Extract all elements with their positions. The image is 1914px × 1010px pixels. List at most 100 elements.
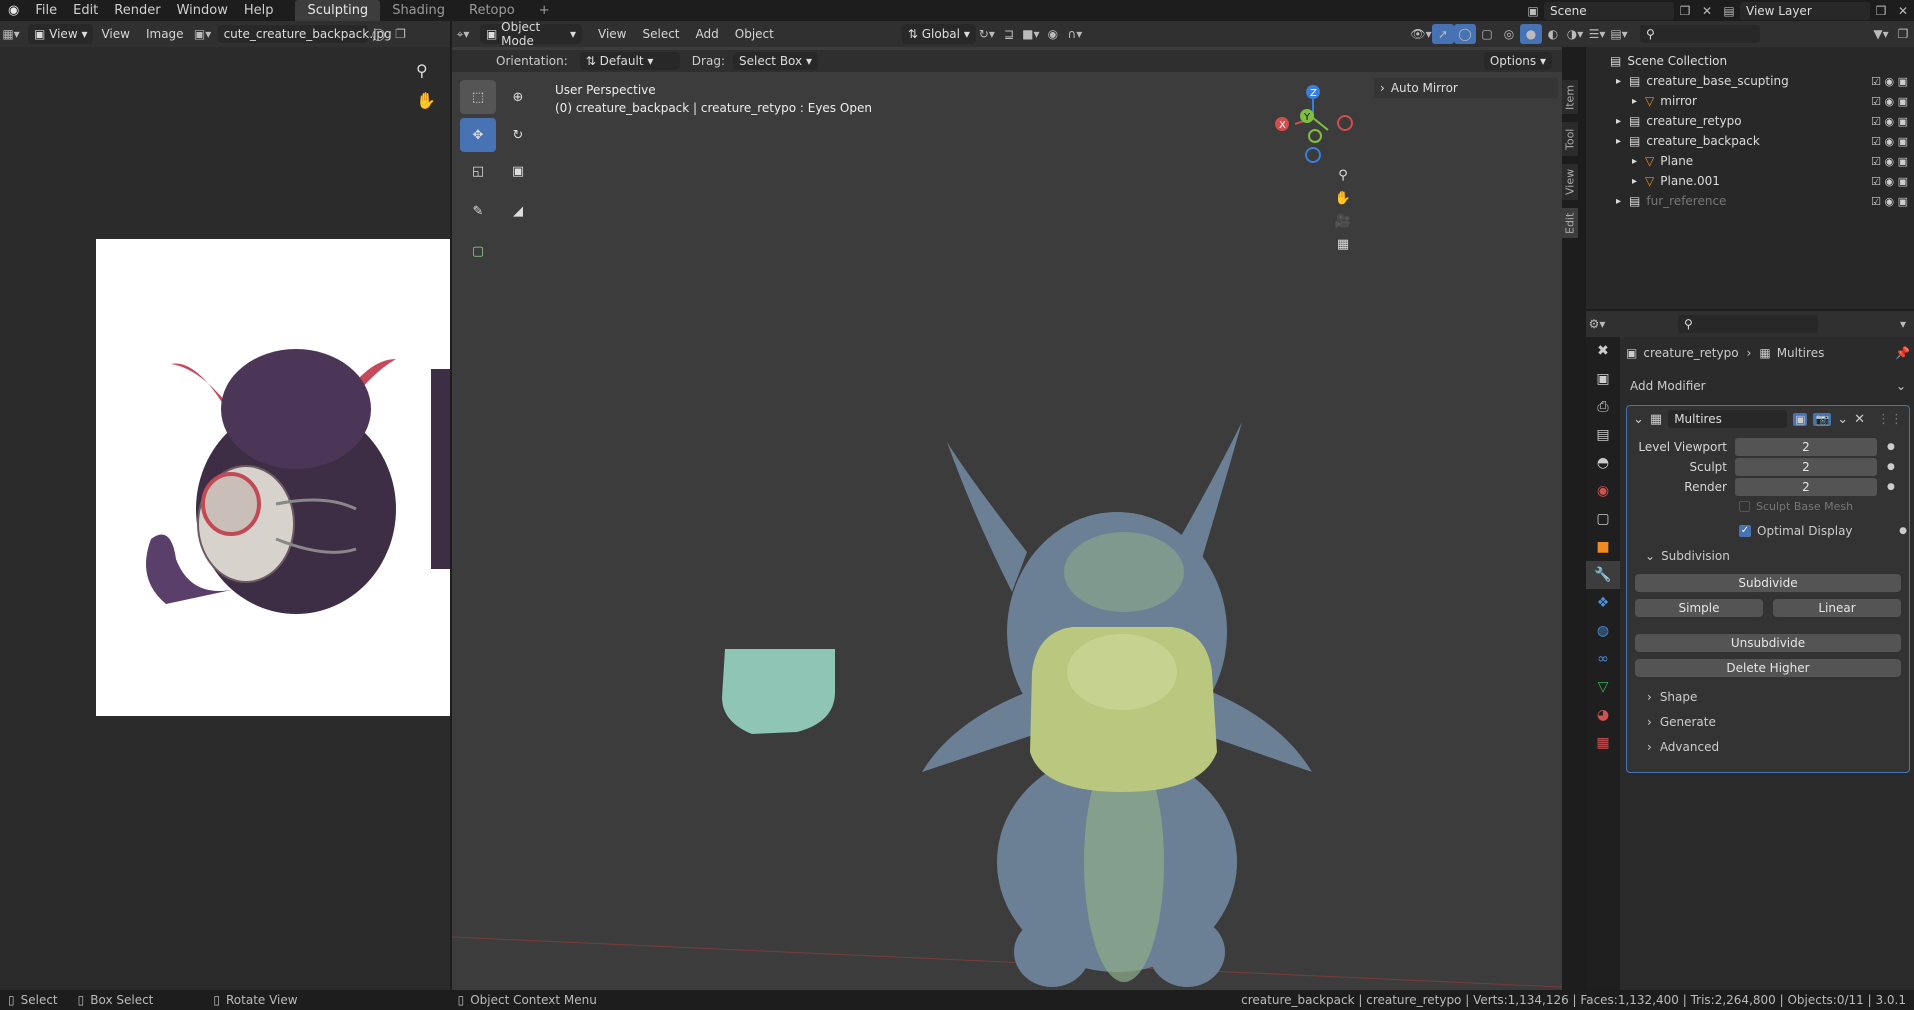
level-viewport-field[interactable]: 2 [1735,438,1877,456]
menu-window[interactable]: Window [169,0,236,21]
pin-icon[interactable]: 📌 [1895,346,1910,360]
proportional-edit-icon[interactable]: ◉ [1042,24,1064,44]
pivot-icon[interactable]: ↻▾ [976,24,998,44]
blender-logo-icon[interactable]: ◉ [0,0,27,21]
sculpt-base-mesh-checkbox[interactable]: Sculpt Base Mesh [1739,500,1853,513]
drag-dropdown[interactable]: Select Box ▾ [732,52,818,70]
menu-object[interactable]: Object [727,21,782,47]
options-dropdown[interactable]: Options ▾ [1483,52,1552,70]
unsubdivide-button[interactable]: Unsubdivide [1635,634,1901,652]
side-tab-tool[interactable]: Tool [1562,122,1578,156]
outliner-item[interactable]: ▸ ▽ Plane ☑ ◉ ▣ [1586,151,1914,171]
drag-handle-icon[interactable]: ⋮⋮ [1877,412,1903,427]
collection-tab-icon[interactable]: ▢ [1586,505,1620,533]
transform-orientation-dropdown[interactable]: ⇅ Global ▾ [901,24,976,44]
fake-user-icon[interactable]: ◯ [368,24,390,44]
outliner-item[interactable]: ▸ ▽ mirror ☑ ◉ ▣ [1586,91,1914,111]
visibility-toggles[interactable]: ☑ ◉ ▣ [1871,175,1908,188]
tab-shading[interactable]: Shading [380,0,457,21]
disclosure-triangle-icon[interactable]: ▸ [1632,96,1637,107]
physics-tab-icon[interactable]: ◍ [1586,617,1620,645]
menu-file[interactable]: File [27,0,65,21]
ortho-grid-icon[interactable]: ▦ [1337,237,1349,252]
select-box-tool-icon[interactable]: ⬚ [460,80,496,114]
wireframe-shading-icon[interactable]: ◎ [1498,24,1520,44]
menu-help[interactable]: Help [236,0,282,21]
output-tab-icon[interactable]: ⎙ [1586,393,1620,421]
data-tab-icon[interactable]: ▽ [1586,673,1620,701]
show-render-icon[interactable]: 📷 [1813,412,1832,426]
editor-type-icon[interactable]: ▦▾ [0,24,22,44]
render-level-field[interactable]: 2 [1735,478,1877,496]
material-tab-icon[interactable]: ◕ [1586,701,1620,729]
disclosure-triangle-icon[interactable]: ▸ [1632,176,1637,187]
object-tab-icon[interactable]: ■ [1586,533,1620,561]
add-workspace-icon[interactable]: + [527,0,562,21]
chevron-down-icon[interactable]: ▾ [1892,314,1914,334]
scale-tool-icon[interactable]: ◱ [460,154,496,188]
properties-editor-type-icon[interactable]: ⚙▾ [1586,314,1608,334]
image-name-field[interactable]: cute_creature_backpack.jpg [217,25,392,43]
xray-icon[interactable]: ▢ [1476,24,1498,44]
mode-dropdown[interactable]: ▣ Object Mode ▾ [480,20,582,48]
menu-view[interactable]: View [93,21,137,47]
shape-subpanel[interactable]: › Shape [1647,690,1697,704]
render-tab-icon[interactable]: ▣ [1586,365,1620,393]
subdivision-subpanel[interactable]: ⌄ Subdivision [1645,549,1730,563]
optimal-display-checkbox[interactable]: ✓ Optimal Display ● [1739,524,1907,538]
image-browse-icon[interactable]: ▣▾ [192,24,214,44]
falloff-icon[interactable]: ∩▾ [1064,24,1086,44]
gizmo-toggle-icon[interactable]: ➚ [1432,24,1454,44]
disclosure-triangle-icon[interactable]: ▸ [1632,156,1637,167]
disclosure-triangle-icon[interactable]: ▸ [1616,116,1621,127]
modifier-menu-icon[interactable]: ⌄ [1837,412,1848,427]
view-layer-tab-icon[interactable]: ▤ [1586,421,1620,449]
tool-tab-icon[interactable]: ✖ [1586,337,1620,365]
visibility-toggles[interactable]: ☑ ◉ ▣ [1871,95,1908,108]
add-cube-tool-icon[interactable]: ▢ [460,234,496,268]
viewport-editor-type-icon[interactable]: ⌖▾ [452,24,474,44]
keyframe-dot-icon[interactable]: ● [1887,442,1895,452]
move-tool-icon[interactable]: ✥ [460,118,496,152]
disclosure-triangle-icon[interactable]: ▸ [1616,196,1621,207]
collapse-chevron-icon[interactable]: ⌄ [1633,412,1644,427]
scene-field[interactable]: Scene [1544,1,1674,20]
auto-mirror-panel[interactable]: › Auto Mirror [1374,78,1558,98]
menu-add[interactable]: Add [688,21,727,47]
add-modifier-dropdown[interactable]: Add Modifier ⌄ [1626,375,1910,397]
disclosure-triangle-icon[interactable]: ▸ [1616,76,1621,87]
side-tab-view[interactable]: View [1562,164,1578,200]
keyframe-dot-icon[interactable]: ● [1887,482,1895,492]
visibility-icon[interactable]: 👁▾ [1410,24,1432,44]
disclosure-triangle-icon[interactable]: ▸ [1616,136,1621,147]
zoom-icon[interactable]: ⚲ [416,61,428,80]
visibility-toggles[interactable]: ☑ ◉ ▣ [1871,115,1908,128]
view-layer-field[interactable]: View Layer [1740,1,1870,20]
measure-tool-icon[interactable]: ◢ [500,194,536,228]
delete-scene-icon[interactable]: ✕ [1696,1,1718,21]
visibility-toggles[interactable]: ☑ ◉ ▣ [1871,135,1908,148]
visibility-toggles[interactable]: ☑ ◉ ▣ [1871,195,1908,208]
snap-target-icon[interactable]: ■▾ [1020,24,1042,44]
world-tab-icon[interactable]: ◉ [1586,477,1620,505]
solid-shading-icon[interactable]: ● [1520,24,1542,44]
display-mode-icon[interactable]: ▤▾ [1608,24,1630,44]
filter-icon[interactable]: ▼▾ [1870,24,1892,44]
navigation-gizmo[interactable]: Z Y X [1270,80,1360,170]
subdivide-button[interactable]: Subdivide [1635,574,1901,592]
hand-icon[interactable]: ✋ [416,91,436,110]
orientation-dropdown[interactable]: ⇅ Default ▾ [579,52,680,70]
simple-button[interactable]: Simple [1635,599,1763,617]
side-tab-item[interactable]: Item [1562,80,1578,114]
creature-mesh[interactable] [922,422,1312,987]
pan-hand-icon[interactable]: ✋ [1335,191,1351,206]
view-layer-icon[interactable]: ▤ [1718,1,1740,21]
properties-search-input[interactable]: ⚲ [1678,315,1818,333]
scene-tab-icon[interactable]: ◓ [1586,449,1620,477]
rotate-tool-icon[interactable]: ↻ [500,118,536,152]
keyframe-dot-icon[interactable]: ● [1887,462,1895,472]
material-shading-icon[interactable]: ◐ [1542,24,1564,44]
sculpt-level-field[interactable]: 2 [1735,458,1877,476]
new-view-layer-icon[interactable]: ❐ [1870,1,1892,21]
delete-higher-button[interactable]: Delete Higher [1635,659,1901,677]
